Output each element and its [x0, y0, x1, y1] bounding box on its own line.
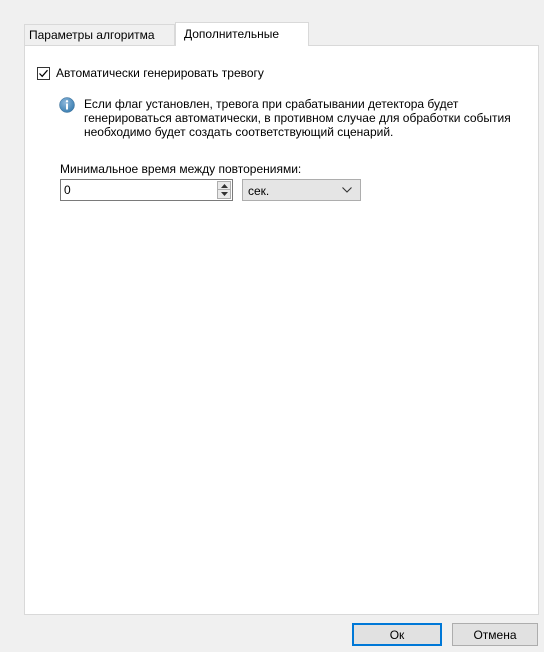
arrow-down-icon [220, 192, 228, 196]
stepper-down-button[interactable] [217, 190, 231, 199]
time-unit-select[interactable]: сек. [242, 179, 361, 201]
stepper-up-button[interactable] [217, 181, 231, 190]
ok-button-label: Ок [389, 627, 405, 642]
min-time-value[interactable]: 0 [64, 183, 71, 197]
tab-additional[interactable]: Дополнительные [175, 22, 309, 46]
tab-additional-label: Дополнительные [184, 27, 279, 41]
checkmark-icon [39, 69, 48, 77]
auto-alarm-option[interactable]: Автоматически генерировать тревогу [37, 66, 264, 80]
min-time-label: Минимальное время между повторениями: [60, 162, 302, 176]
chevron-down-icon [342, 187, 352, 193]
cancel-button-label: Отмена [473, 627, 517, 642]
info-icon [59, 97, 75, 113]
info-text: Если флаг установлен, тревога при срабат… [84, 97, 511, 139]
time-unit-value: сек. [248, 184, 270, 198]
tab-algorithm-params[interactable]: Параметры алгоритма [24, 24, 175, 45]
auto-alarm-checkbox[interactable] [37, 66, 50, 80]
cancel-button[interactable]: Отмена [452, 623, 538, 646]
ok-button[interactable]: Ок [352, 623, 442, 646]
stepper-buttons [217, 181, 231, 199]
arrow-up-icon [220, 183, 228, 188]
min-time-stepper[interactable]: 0 [60, 179, 233, 201]
tab-panel-additional: Автоматически генерировать тревогу Если … [24, 45, 539, 615]
auto-alarm-label: Автоматически генерировать тревогу [56, 66, 264, 80]
dialog-window: Параметры алгоритма Дополнительные Автом… [0, 0, 544, 652]
tab-algorithm-params-label: Параметры алгоритма [29, 28, 155, 42]
